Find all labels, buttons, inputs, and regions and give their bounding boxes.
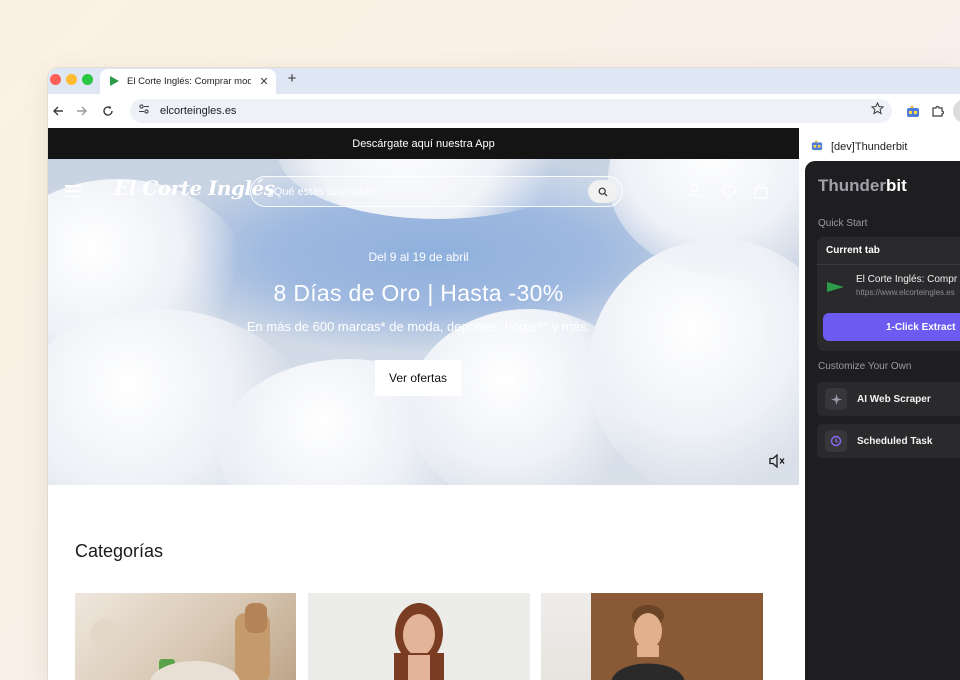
forward-arrow-icon[interactable]: [74, 103, 90, 119]
hero-subtitle: En más de 600 marcas* de moda, deportes,…: [246, 319, 591, 334]
extensions-puzzle-icon[interactable]: [930, 103, 946, 119]
schedule-icon: [825, 430, 847, 452]
sparkle-icon: [825, 388, 847, 410]
search-placeholder: ¿Qué estás buscando?: [267, 185, 381, 198]
divider: [817, 264, 960, 265]
ai-web-scraper-button[interactable]: AI Web Scraper: [817, 382, 960, 416]
current-tab-url: https://www.elcorteingles.es: [856, 288, 955, 297]
tab-strip: El Corte Inglés: Comprar moda ✕ +: [48, 68, 960, 94]
extension-thunderbit-icon: [811, 138, 823, 156]
minimize-window-button[interactable]: [66, 74, 77, 85]
site-settings-icon[interactable]: [138, 102, 150, 120]
scheduled-task-button[interactable]: Scheduled Task: [817, 424, 960, 458]
heart-icon[interactable]: [719, 181, 739, 201]
category-card-men[interactable]: [541, 593, 763, 680]
tab-el-corte-ingles[interactable]: El Corte Inglés: Comprar moda ✕: [100, 69, 276, 94]
user-icon[interactable]: [684, 181, 704, 201]
current-tab-card: Current tab El Corte Inglés: Compr https…: [817, 237, 960, 351]
categories-title: Categorías: [75, 541, 164, 561]
tab-title: El Corte Inglés: Comprar moda: [127, 76, 251, 87]
bookmark-star-icon[interactable]: [870, 101, 885, 120]
site-header: El Corte Inglés ¿Qué estás buscando?: [48, 159, 799, 225]
thunderbit-logo: Thunderbit: [818, 176, 907, 195]
extension-thunderbit-icon[interactable]: [905, 103, 921, 119]
one-click-extract-button[interactable]: 1-Click Extract: [823, 313, 960, 341]
side-panel-header: [dev]Thunderbit: [811, 138, 907, 156]
mute-icon[interactable]: [768, 453, 786, 469]
hero-title: 8 Días de Oro | Hasta -30%: [273, 280, 564, 306]
ai-web-scraper-label: AI Web Scraper: [857, 393, 931, 405]
woman-model-photo: [394, 603, 444, 680]
food-photo: [91, 603, 270, 680]
webpage: Descárgate aquí nuestra App El Corte Ing…: [48, 128, 799, 680]
thunderbit-panel: Thunderbit Quick Start Current tab El Co…: [805, 161, 960, 680]
back-arrow-icon[interactable]: [50, 103, 66, 119]
browser-toolbar: elcorteingles.es: [48, 94, 960, 128]
url-text: elcorteingles.es: [160, 105, 237, 117]
tab-close-icon[interactable]: ✕: [258, 75, 270, 88]
category-card-food[interactable]: [75, 593, 296, 680]
current-tab-title: El Corte Inglés: Compr: [856, 274, 958, 285]
address-bar[interactable]: elcorteingles.es: [130, 99, 892, 123]
favicon-flag-icon: [827, 280, 845, 298]
bag-icon[interactable]: [751, 181, 771, 201]
side-panel-title: [dev]Thunderbit: [831, 141, 908, 153]
see-offers-button[interactable]: Ver ofertas: [375, 360, 461, 396]
hero-date: Del 9 al 19 de abril: [368, 250, 469, 264]
scheduled-task-label: Scheduled Task: [857, 435, 933, 447]
quick-start-label: Quick Start: [818, 218, 868, 229]
hero-banner: El Corte Inglés ¿Qué estás buscando? Del…: [48, 159, 799, 485]
maximize-window-button[interactable]: [82, 74, 93, 85]
menu-icon[interactable]: [65, 185, 81, 197]
category-card-women[interactable]: [308, 593, 530, 680]
profile-avatar[interactable]: [953, 99, 960, 123]
reload-icon[interactable]: [100, 103, 116, 119]
man-model-photo: [591, 593, 763, 680]
close-window-button[interactable]: [50, 74, 61, 85]
site-search-input[interactable]: ¿Qué estás buscando?: [250, 176, 623, 207]
favicon-flag-icon: [109, 73, 120, 91]
new-tab-button[interactable]: +: [284, 70, 300, 87]
current-tab-label: Current tab: [826, 245, 880, 256]
promo-bar[interactable]: Descárgate aquí nuestra App: [48, 128, 799, 159]
browser-window: El Corte Inglés: Comprar moda ✕ + elcort…: [48, 68, 960, 680]
search-icon[interactable]: [588, 180, 618, 203]
customize-label: Customize Your Own: [818, 361, 912, 372]
